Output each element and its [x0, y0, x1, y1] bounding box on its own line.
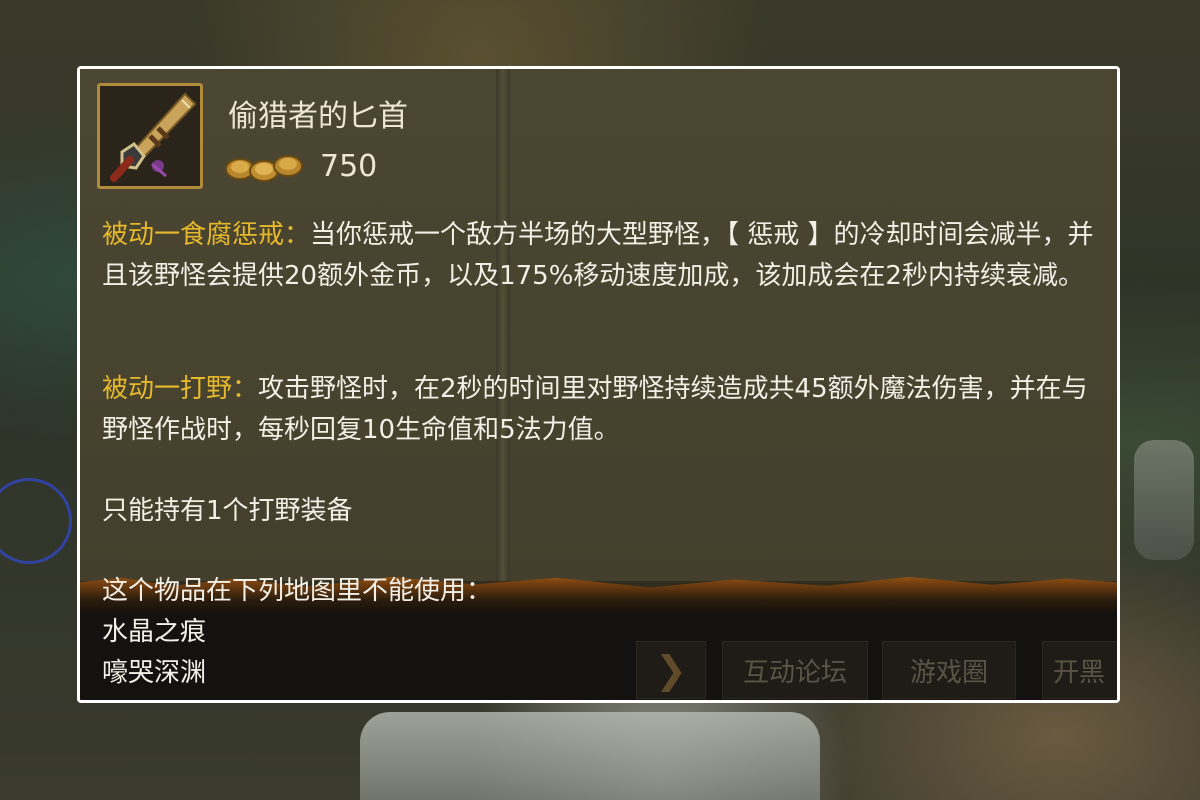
map-name-1: 水晶之痕	[102, 617, 207, 647]
background-pillar	[1134, 440, 1194, 560]
passive-description-2: 被动一打野：攻击野怪时，在2秒的时间里对野怪持续造成共45额外魔法伤害，并在与野…	[102, 369, 1102, 451]
passive-name-1: 被动一食腐惩戒：	[102, 220, 311, 250]
item-tooltip: 偷猎者的匕首 750 被动一食腐惩戒：当你惩戒一个敌方半场的大型野怪，【 惩戒 …	[77, 66, 1120, 703]
map-name-2: 嚎哭深渊	[102, 658, 207, 688]
item-name: 偷猎者的匕首	[228, 99, 408, 134]
background-rock	[360, 712, 820, 800]
map-restriction: 这个物品在下列地图里不能使用： 水晶之痕 嚎哭深渊	[102, 571, 1102, 694]
passive-name-2: 被动一打野：	[102, 374, 259, 404]
passive-description-1: 被动一食腐惩戒：当你惩戒一个敌方半场的大型野怪，【 惩戒 】的冷却时间会减半，并…	[102, 215, 1102, 297]
map-restriction-heading: 这个物品在下列地图里不能使用：	[102, 576, 493, 606]
dagger-icon	[97, 83, 203, 189]
restriction-text: 只能持有1个打野装备	[102, 496, 353, 526]
background-range-indicator	[0, 478, 72, 564]
item-price: 750	[320, 149, 378, 184]
gold-coins-icon	[222, 149, 310, 185]
